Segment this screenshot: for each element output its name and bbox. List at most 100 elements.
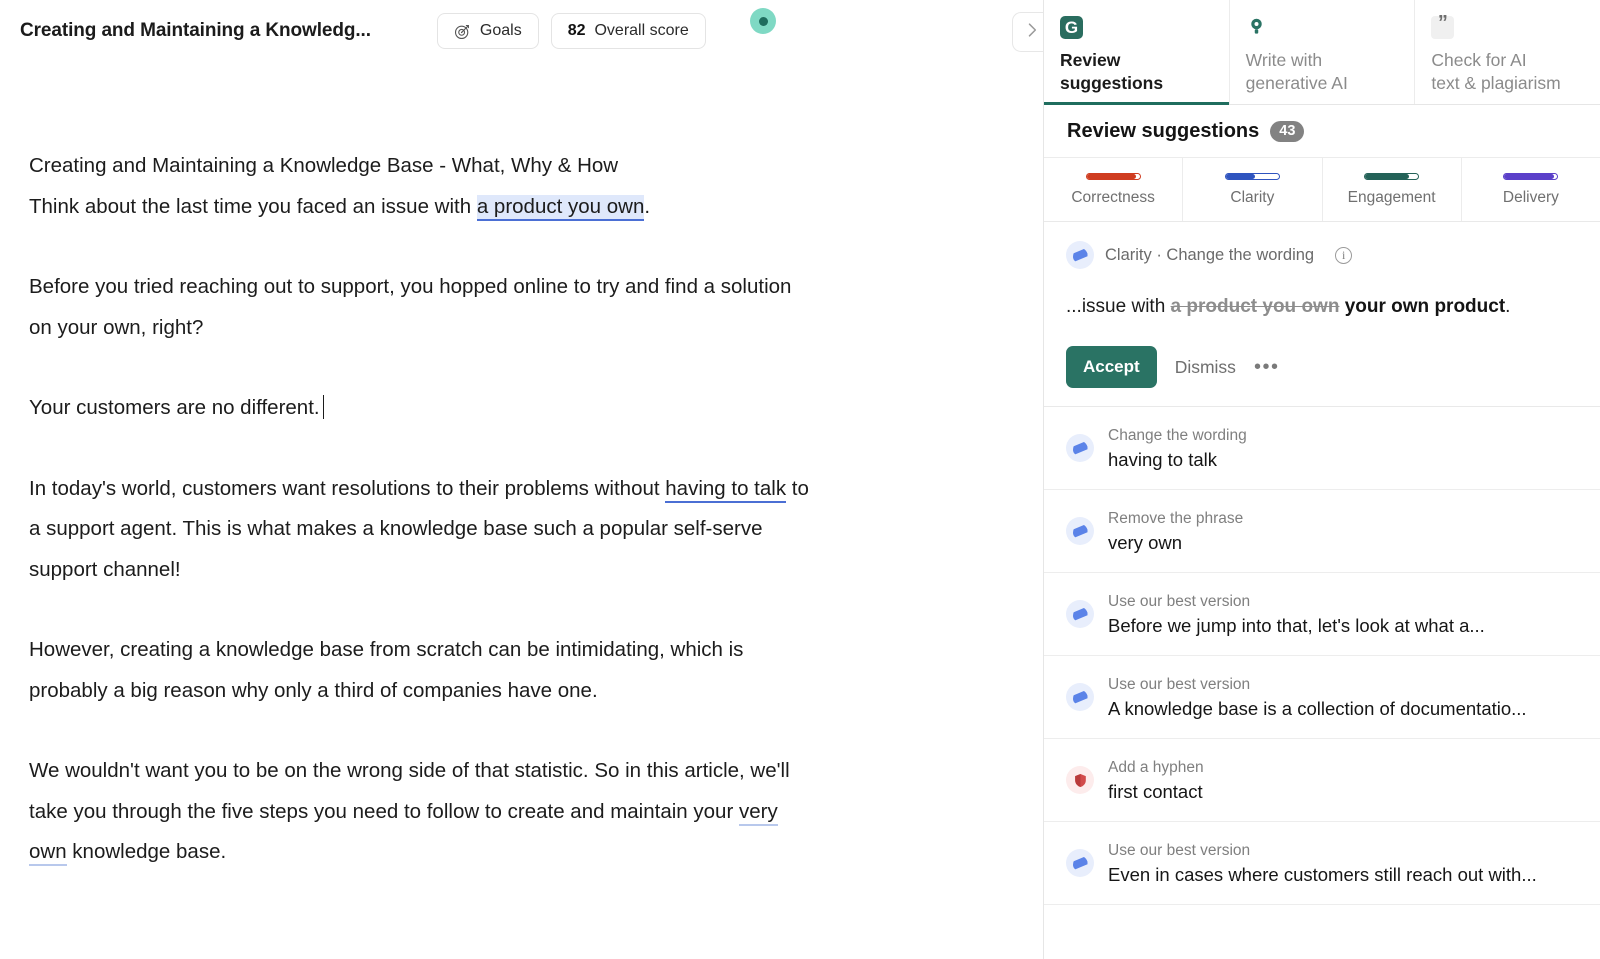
list-item-text: A knowledge base is a collection of docu… [1108,697,1527,719]
list-item-text: very own [1108,531,1183,553]
document-run: In today's world, customers want resolut… [29,476,666,500]
info-icon[interactable]: i [1335,246,1353,264]
list-item-text: first contact [1108,780,1203,802]
document-paragraph[interactable]: However, creating a knowledge base from … [29,630,819,711]
correctness-shield-icon [1066,766,1094,794]
document-paragraph[interactable]: In today's world, customers want resolut… [29,469,819,591]
list-item[interactable]: Use our best version Before we jump into … [1044,573,1600,656]
chevron-right-icon [1022,20,1042,45]
page-title: Creating and Maintaining a Knowledg... [20,20,371,41]
document-paragraph[interactable]: We wouldn't want you to be on the wrong … [29,751,819,873]
suggestion-deleted-text: a product you own [1170,296,1340,317]
document-run: . [644,194,651,218]
status-badge[interactable] [750,8,776,34]
overall-score-label: Overall score [594,22,689,39]
list-item-texts: Remove the phrase very own [1108,507,1243,556]
grammarly-editor-app: Creating and Maintaining a Knowledg... G… [0,0,1600,959]
more-options-button[interactable]: ••• [1254,357,1280,377]
list-item-text: having to talk [1108,448,1218,470]
active-suggestion-actions: Accept Dismiss ••• [1066,346,1578,388]
suggestion-count-badge: 43 [1270,120,1305,142]
active-suggestion-kind: Clarity · Change the wording [1105,245,1315,264]
document-paragraph[interactable]: Before you tried reaching out to support… [29,267,819,348]
accept-button[interactable]: Accept [1066,346,1157,388]
clarity-dot-icon [1066,434,1094,462]
list-item[interactable]: Change the wording having to talk [1044,407,1600,490]
document-paragraph[interactable]: Your customers are no different. [29,388,819,429]
category-score-fill [1086,173,1136,179]
category-score-fill [1504,173,1555,179]
document-run: Think about the last time you faced an i… [29,194,477,218]
category-score-fill [1365,173,1409,179]
list-item[interactable]: Add a hyphen first contact [1044,739,1600,822]
tab-write-with-generative-ai-label: Write with generative AI [1245,50,1348,93]
assistant-panel: G Review suggestions Write with generative… [1043,0,1600,959]
document-run: Your customers are no different. [29,396,320,419]
clarity-dot-icon [1066,241,1094,269]
active-suggestion-header: Clarity · Change the wording i [1066,241,1578,269]
list-item-texts: Use our best version Even in cases where … [1108,839,1537,888]
active-suggestion-text: ...issue with a product you own your own… [1066,294,1578,320]
suggestion-prefix: ...issue with [1066,296,1171,317]
document-run: knowledge base. [66,840,227,863]
category-filter-row: Correctness Clarity Engagement Delivery [1044,158,1600,222]
list-item-texts: Change the wording having to talk [1108,424,1247,473]
category-score-bar [1364,172,1420,180]
category-score-bar [1503,172,1559,180]
suggestion-inserted-text: your own product [1339,296,1506,317]
document-paragraph[interactable]: Creating and Maintaining a Knowledge Bas… [29,146,819,227]
suggestion-suffix: . [1505,296,1511,317]
document-run: Before you tried reaching out to support… [29,275,792,339]
list-item-kind: Add a hyphen [1108,758,1204,776]
list-item-kind: Change the wording [1108,426,1247,444]
category-correctness[interactable]: Correctness [1044,158,1184,221]
clarity-dot-icon [1066,517,1094,545]
category-score-bar [1224,172,1280,180]
list-item[interactable]: Use our best version A knowledge base is … [1044,656,1600,739]
category-label: Clarity [1230,188,1275,206]
list-item[interactable]: Remove the phrase very own [1044,490,1600,573]
category-label: Correctness [1071,188,1155,206]
panel-title: Review suggestions [1067,119,1260,142]
clarity-dot-icon [1066,683,1094,711]
list-item-texts: Add a hyphen first contact [1108,756,1204,805]
category-label: Engagement [1347,188,1436,206]
category-delivery[interactable]: Delivery [1462,158,1600,221]
dismiss-button[interactable]: Dismiss [1175,357,1236,378]
editor-pane: Creating and Maintaining a Knowledg... G… [0,0,1052,959]
list-item-kind: Use our best version [1108,675,1251,693]
clarity-dot-icon [1066,600,1094,628]
category-clarity[interactable]: Clarity [1183,158,1323,221]
category-score-bar [1085,172,1141,180]
category-engagement[interactable]: Engagement [1323,158,1462,221]
tab-write-with-generative-ai[interactable]: Write with generative AI [1229,0,1416,104]
grammarly-g-icon: G [1060,16,1213,40]
overall-score-button[interactable]: 82 Overall score [550,13,706,49]
suggestion-highlight[interactable]: having to talk [665,476,787,503]
document-text[interactable]: Creating and Maintaining a Knowledge Bas… [0,62,1000,873]
target-icon [454,23,471,40]
document-run: Creating and Maintaining a Knowledge Bas… [29,154,619,177]
goals-label: Goals [479,22,522,39]
quote-icon: ” [1431,13,1584,40]
tab-review-suggestions-label: Review suggestions [1060,50,1164,93]
list-item-text: Even in cases where customers still reac… [1108,863,1537,885]
active-suggestion-card[interactable]: Clarity · Change the wording i ...issue … [1044,222,1600,407]
category-label: Delivery [1502,188,1559,206]
tab-check-ai-plagiarism[interactable]: ” Check for AI text & plagiarism [1415,0,1600,104]
tab-review-suggestions[interactable]: G Review suggestions [1044,0,1230,105]
lightbulb-icon [1246,16,1399,40]
document-header: Creating and Maintaining a Knowledg... G… [0,0,1052,62]
panel-header: Review suggestions 43 [1044,105,1600,158]
text-cursor [322,395,325,419]
document-run: However, creating a knowledge base from … [29,638,744,702]
list-item-texts: Use our best version Before we jump into … [1108,590,1485,639]
list-item-kind: Remove the phrase [1108,509,1244,527]
clarity-dot-icon [1066,849,1094,877]
document-run: We wouldn't want you to be on the wrong … [29,759,790,782]
category-score-fill [1225,173,1256,179]
assistant-tabs: G Review suggestions Write with generative… [1044,0,1600,105]
goals-button[interactable]: Goals [436,13,539,49]
list-item[interactable]: Use our best version Even in cases where … [1044,822,1600,905]
suggestion-highlight[interactable]: a product you own [476,194,645,221]
